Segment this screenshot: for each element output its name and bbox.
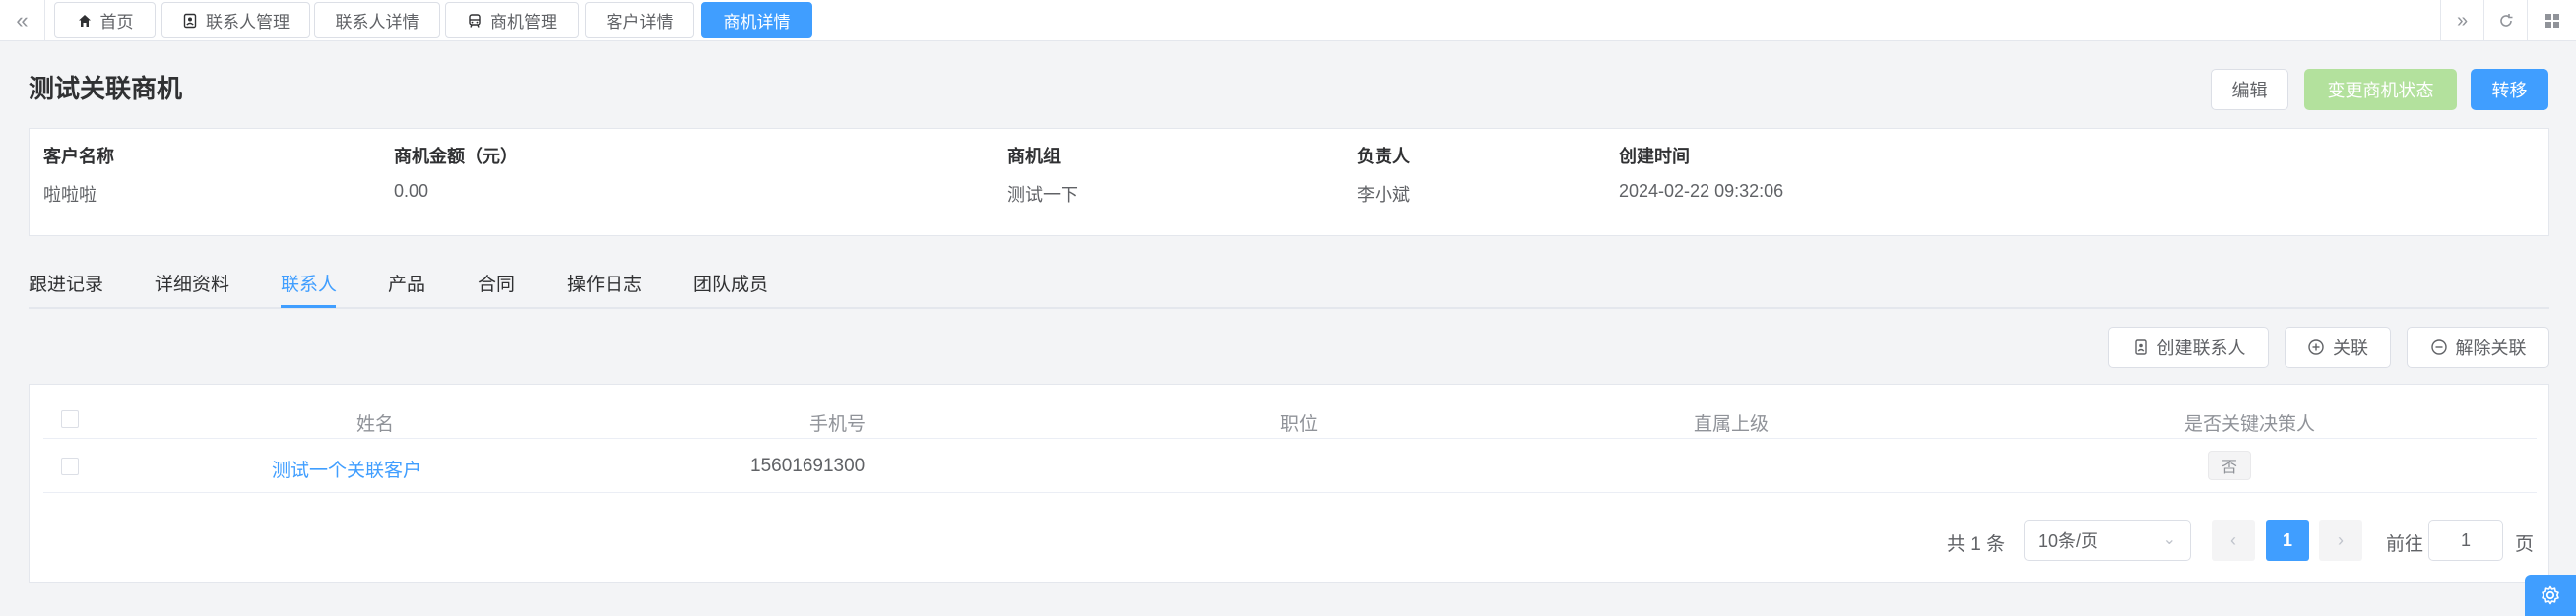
home-icon bbox=[78, 14, 91, 27]
detail-tabs: 跟进记录 详细资料 联系人 产品 合同 操作日志 团队成员 bbox=[29, 266, 2549, 309]
unlink-label: 解除关联 bbox=[2455, 339, 2527, 358]
table-row: 测试一个关联客户 15601691300 否 bbox=[43, 440, 2537, 493]
contact-card-icon bbox=[2134, 339, 2147, 355]
tab-details[interactable]: 详细资料 bbox=[155, 270, 229, 305]
tag-label: 客户详情 bbox=[606, 13, 674, 31]
refresh-icon[interactable] bbox=[2483, 0, 2527, 41]
column-header-name: 姓名 bbox=[356, 414, 395, 435]
key-decision-badge: 否 bbox=[2208, 451, 2251, 480]
tag-customer-detail[interactable]: 客户详情 bbox=[585, 2, 694, 38]
link-label: 关联 bbox=[2333, 339, 2368, 358]
link-button[interactable]: 关联 bbox=[2285, 327, 2391, 368]
customer-name-value: 啦啦啦 bbox=[43, 185, 97, 205]
tag-label: 首页 bbox=[99, 13, 134, 31]
create-contact-label: 创建联系人 bbox=[2157, 339, 2246, 358]
change-status-button[interactable]: 变更商机状态 bbox=[2304, 69, 2457, 110]
tab-products[interactable]: 产品 bbox=[388, 270, 425, 305]
select-all-checkbox[interactable] bbox=[61, 410, 79, 428]
tag-label: 商机管理 bbox=[490, 13, 557, 31]
tab-team-members[interactable]: 团队成员 bbox=[693, 270, 768, 305]
owner-value: 李小斌 bbox=[1357, 185, 1410, 205]
page-root: « 首页 联系人管理 联系人详情 商机管理 客户详情 商机详情 » 测试关联商机… bbox=[0, 0, 2576, 616]
column-header-key-decision: 是否关键决策人 bbox=[2184, 414, 2316, 435]
amount-value: 0.00 bbox=[394, 181, 429, 201]
tab-contracts[interactable]: 合同 bbox=[478, 270, 515, 305]
tab-follow-up[interactable]: 跟进记录 bbox=[29, 270, 103, 305]
page-size-value: 10条/页 bbox=[2038, 531, 2099, 551]
owner-label: 负责人 bbox=[1357, 147, 1410, 166]
group-value: 测试一下 bbox=[1007, 185, 1078, 205]
chevron-down-icon: ⌄ bbox=[2162, 531, 2176, 548]
contact-name-link[interactable]: 测试一个关联客户 bbox=[272, 456, 421, 482]
created-time-value: 2024-02-22 09:32:06 bbox=[1619, 181, 1784, 201]
tag-label: 联系人详情 bbox=[335, 13, 419, 31]
tag-label: 联系人管理 bbox=[206, 13, 290, 31]
amount-label: 商机金额（元） bbox=[394, 147, 518, 166]
unlink-button[interactable]: 解除关联 bbox=[2407, 327, 2549, 368]
tab-contacts[interactable]: 联系人 bbox=[281, 270, 337, 305]
summary-panel: 客户名称 啦啦啦 商机金额（元） 0.00 商机组 测试一下 负责人 李小斌 创… bbox=[29, 128, 2549, 236]
tag-home[interactable]: 首页 bbox=[54, 2, 156, 38]
vehicle-icon bbox=[469, 13, 481, 28]
goto-prefix: 前往 bbox=[2386, 534, 2424, 555]
scroll-left-icon[interactable]: « bbox=[0, 0, 45, 41]
create-contact-button[interactable]: 创建联系人 bbox=[2108, 327, 2269, 368]
transfer-button[interactable]: 转移 bbox=[2471, 69, 2548, 110]
page-title: 测试关联商机 bbox=[29, 74, 183, 103]
group-label: 商机组 bbox=[1007, 147, 1061, 166]
column-header-phone: 手机号 bbox=[809, 414, 867, 435]
tag-contact-detail[interactable]: 联系人详情 bbox=[314, 2, 440, 38]
tab-operation-log[interactable]: 操作日志 bbox=[567, 270, 642, 305]
goto-suffix: 页 bbox=[2515, 534, 2535, 555]
page-number-button[interactable]: 1 bbox=[2266, 520, 2309, 561]
pagination-total: 共 1 条 bbox=[1947, 534, 2006, 555]
settings-gear-icon[interactable] bbox=[2525, 575, 2576, 616]
contact-card-icon bbox=[183, 13, 197, 28]
customer-name-label: 客户名称 bbox=[43, 147, 114, 166]
page-size-select[interactable]: 10条/页 ⌄ bbox=[2024, 520, 2191, 561]
row-checkbox[interactable] bbox=[61, 458, 79, 475]
contacts-table-panel: 姓名 手机号 职位 直属上级 是否关键决策人 测试一个关联客户 15601691… bbox=[29, 384, 2549, 583]
minus-circle-icon bbox=[2430, 339, 2447, 355]
column-header-position: 职位 bbox=[1280, 414, 1319, 435]
tag-label: 商机详情 bbox=[723, 13, 791, 31]
goto-page-input[interactable]: 1 bbox=[2428, 520, 2503, 561]
created-time-label: 创建时间 bbox=[1619, 147, 1690, 166]
prev-page-button[interactable]: ‹ bbox=[2212, 520, 2255, 561]
tag-contact-management[interactable]: 联系人管理 bbox=[161, 2, 310, 38]
table-header: 姓名 手机号 职位 直属上级 是否关键决策人 bbox=[43, 400, 2537, 439]
tag-opportunity-detail[interactable]: 商机详情 bbox=[701, 2, 812, 38]
grid-menu-icon[interactable] bbox=[2527, 0, 2576, 41]
active-tab-indicator bbox=[281, 305, 336, 308]
contact-phone: 15601691300 bbox=[750, 456, 866, 476]
plus-circle-icon bbox=[2308, 339, 2324, 355]
tag-opportunity-management[interactable]: 商机管理 bbox=[445, 2, 579, 38]
edit-button[interactable]: 编辑 bbox=[2211, 69, 2288, 110]
scroll-right-icon[interactable]: » bbox=[2440, 0, 2483, 41]
column-header-superior: 直属上级 bbox=[1694, 414, 1770, 435]
tags-view-bar: « 首页 联系人管理 联系人详情 商机管理 客户详情 商机详情 » bbox=[0, 0, 2576, 41]
next-page-button[interactable]: › bbox=[2319, 520, 2362, 561]
